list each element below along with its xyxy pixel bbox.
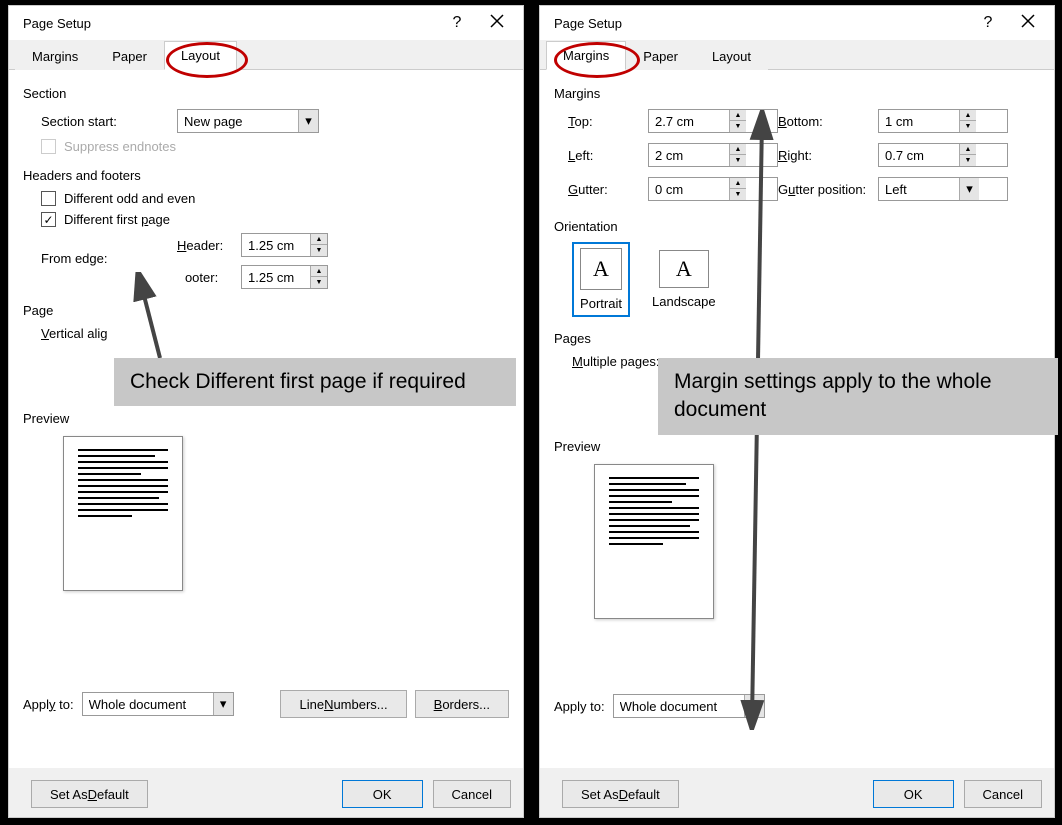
margins-label: Margins [554, 86, 1040, 101]
close-icon [1021, 14, 1035, 28]
suppress-endnotes-label: Suppress endnotes [64, 139, 176, 154]
borders-button[interactable]: Borders... [415, 690, 509, 718]
top-spinner[interactable]: ▲▼ [648, 109, 778, 133]
tab-layout[interactable]: Layout [695, 42, 768, 70]
dialog-title: Page Setup [554, 16, 968, 31]
bottom-label: Bottom: [778, 114, 878, 129]
close-button[interactable] [477, 14, 517, 33]
help-button[interactable]: ? [968, 14, 1008, 32]
titlebar: Page Setup ? [540, 6, 1054, 40]
preview-thumbnail [63, 436, 183, 591]
spin-down-icon[interactable]: ▼ [311, 245, 327, 256]
footer-spinner[interactable]: ▲▼ [241, 265, 328, 289]
from-edge-label: From edge: [41, 251, 171, 266]
vertical-align-label: Vertical alig [41, 326, 108, 341]
apply-to-combo[interactable]: ▾ [613, 694, 765, 718]
apply-to-label: Apply to: [554, 699, 605, 714]
orientation-label: Orientation [554, 219, 1040, 234]
headers-footers-label: Headers and footers [23, 168, 509, 183]
cancel-button[interactable]: Cancel [964, 780, 1042, 808]
header-spinner[interactable]: ▲▼ [241, 233, 328, 257]
apply-to-label: Apply to: [23, 697, 74, 712]
tab-bar: Margins Paper Layout [540, 40, 1054, 70]
preview-label: Preview [23, 411, 509, 426]
bottom-spinner[interactable]: ▲▼ [878, 109, 1008, 133]
spin-up-icon[interactable]: ▲ [311, 266, 327, 277]
gutter-position-combo[interactable]: ▾ [878, 177, 1008, 201]
different-first-page-label: Different first page [64, 212, 170, 227]
gutter-spinner[interactable]: ▲▼ [648, 177, 778, 201]
tab-bar: Margins Paper Layout [9, 40, 523, 70]
chevron-down-icon[interactable]: ▾ [213, 693, 233, 715]
left-label: Left: [568, 148, 648, 163]
preview-thumbnail [594, 464, 714, 619]
cancel-button[interactable]: Cancel [433, 780, 511, 808]
close-icon [490, 14, 504, 28]
different-first-page-checkbox[interactable] [41, 212, 56, 227]
pages-label: Pages [554, 331, 1040, 346]
ok-button[interactable]: OK [342, 780, 423, 808]
orientation-portrait[interactable]: A Portrait [572, 242, 630, 317]
page-group-label: Page [23, 303, 509, 318]
right-label: Right: [778, 148, 878, 163]
top-label: Top: [568, 114, 648, 129]
orientation-landscape[interactable]: A Landscape [644, 244, 724, 315]
page-landscape-icon: A [659, 250, 709, 288]
gutter-label: Gutter: [568, 182, 648, 197]
footer-label: Footer: [177, 270, 235, 285]
titlebar: Page Setup ? [9, 6, 523, 40]
chevron-down-icon[interactable]: ▾ [744, 695, 764, 717]
header-label: Header: [177, 238, 235, 253]
apply-to-combo[interactable]: ▾ [82, 692, 234, 716]
line-numbers-button[interactable]: Line Numbers... [280, 690, 406, 718]
different-odd-even-checkbox[interactable] [41, 191, 56, 206]
chevron-down-icon[interactable]: ▾ [959, 178, 979, 200]
help-button[interactable]: ? [437, 14, 477, 32]
gutter-position-label: Gutter position: [778, 182, 878, 197]
spin-down-icon[interactable]: ▼ [311, 277, 327, 288]
chevron-down-icon[interactable]: ▾ [298, 110, 318, 132]
section-start-combo[interactable]: ▾ [177, 109, 319, 133]
annotation-left: Check Different first page if required [114, 358, 516, 406]
multiple-pages-label: Multiple pages: [572, 354, 659, 369]
annotation-right: Margin settings apply to the whole docum… [658, 358, 1058, 435]
dialog-title: Page Setup [23, 16, 437, 31]
page-setup-dialog-layout: Page Setup ? Margins Paper Layout Sectio… [8, 5, 524, 818]
ok-button[interactable]: OK [873, 780, 954, 808]
spin-up-icon[interactable]: ▲ [311, 234, 327, 245]
different-odd-even-label: Different odd and even [64, 191, 195, 206]
tab-paper[interactable]: Paper [626, 42, 695, 70]
right-spinner[interactable]: ▲▼ [878, 143, 1008, 167]
set-default-button[interactable]: Set As Default [562, 780, 679, 808]
dialog-footer: Set As Default OK Cancel [540, 771, 1054, 817]
dialog-content: Section Section start: ▾ Suppress endnot… [9, 70, 523, 768]
dialog-footer: Set As Default OK Cancel [9, 771, 523, 817]
preview-label: Preview [554, 439, 1040, 454]
section-start-label: Section start: [41, 114, 171, 129]
left-spinner[interactable]: ▲▼ [648, 143, 778, 167]
close-button[interactable] [1008, 14, 1048, 33]
page-portrait-icon: A [580, 248, 622, 290]
tab-paper[interactable]: Paper [95, 42, 164, 70]
set-default-button[interactable]: Set As Default [31, 780, 148, 808]
tab-margins[interactable]: Margins [546, 41, 626, 70]
tab-layout[interactable]: Layout [164, 41, 237, 70]
suppress-endnotes-checkbox [41, 139, 56, 154]
section-label: Section [23, 86, 509, 101]
section-start-value[interactable] [178, 110, 298, 132]
tab-margins[interactable]: Margins [15, 42, 95, 70]
